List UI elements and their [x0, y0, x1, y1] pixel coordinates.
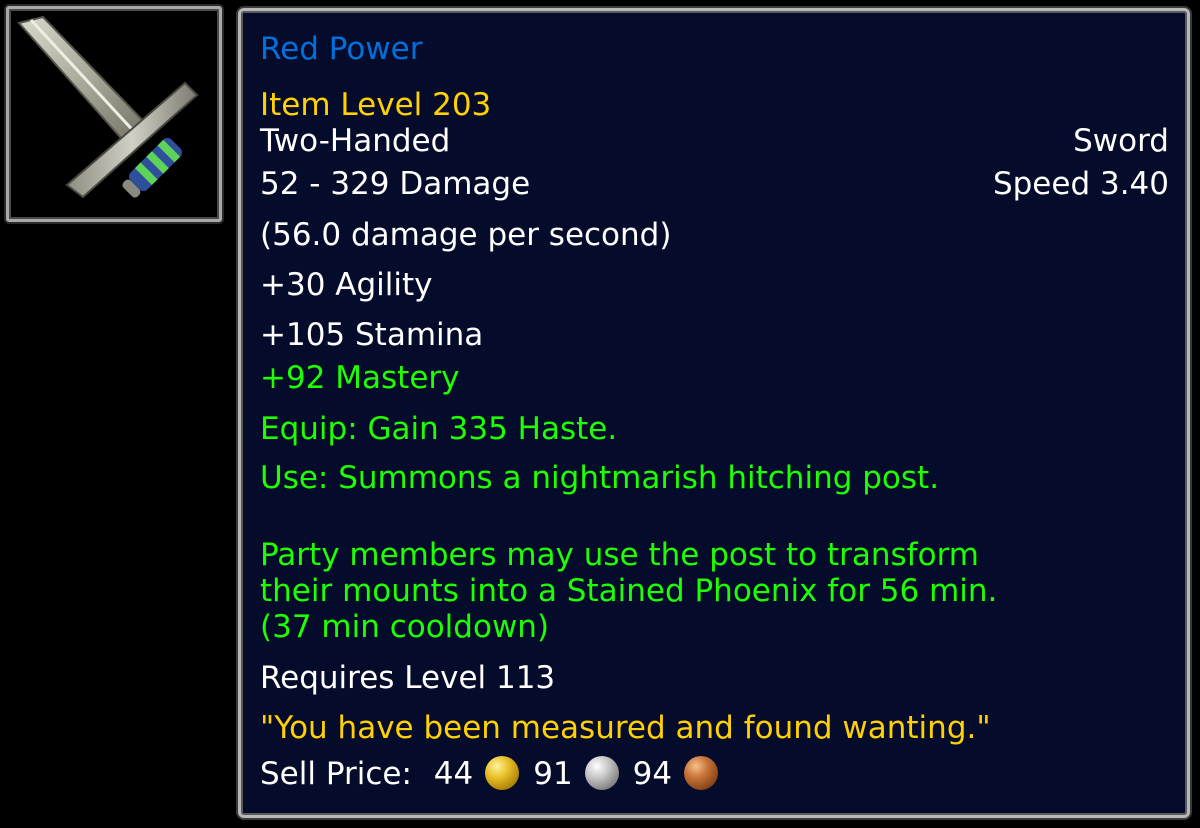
sell-price-silver: 91 [533, 756, 573, 792]
stat-stamina: +105 Stamina [260, 317, 484, 353]
sell-price-label: Sell Price: [260, 756, 412, 792]
use-effect-line-1: Use: Summons a nightmarish hitching post… [260, 460, 940, 496]
gold-coin-icon [485, 756, 520, 790]
use-effect-line-3: their mounts into a Stained Phoenix for … [260, 573, 998, 609]
copper-coin-icon [684, 756, 719, 790]
sell-price-gold: 44 [433, 756, 474, 792]
item-icon-frame[interactable] [6, 6, 222, 222]
item-dps: (56.0 damage per second) [260, 217, 672, 253]
sword-icon [17, 15, 199, 199]
item-tooltip: Red Power Item Level 203 Two-Handed Swor… [238, 8, 1190, 818]
use-effect-line-4: (37 min cooldown) [260, 609, 550, 645]
flavor-text: "You have been measured and found wantin… [260, 710, 991, 746]
stat-mastery: +92 Mastery [260, 360, 460, 396]
hand-type-row: Two-Handed Sword [260, 123, 1169, 159]
item-damage: 52 - 329 Damage [260, 166, 531, 202]
required-level: Requires Level 113 [260, 660, 556, 696]
item-level: Item Level 203 [260, 87, 492, 123]
item-name: Red Power [260, 31, 423, 67]
stat-agility: +30 Agility [260, 267, 433, 303]
sell-price-copper: 94 [632, 756, 673, 792]
equip-effect: Equip: Gain 335 Haste. [260, 411, 618, 447]
use-effect-line-2: Party members may use the post to transf… [260, 537, 979, 573]
item-speed: Speed 3.40 [992, 166, 1169, 202]
sell-price-row: Sell Price: 44 91 94 [260, 756, 1169, 792]
damage-speed-row: 52 - 329 Damage Speed 3.40 [260, 166, 1169, 202]
item-hand: Two-Handed [260, 123, 451, 159]
silver-coin-icon [584, 756, 619, 790]
item-type: Sword [1073, 123, 1169, 159]
